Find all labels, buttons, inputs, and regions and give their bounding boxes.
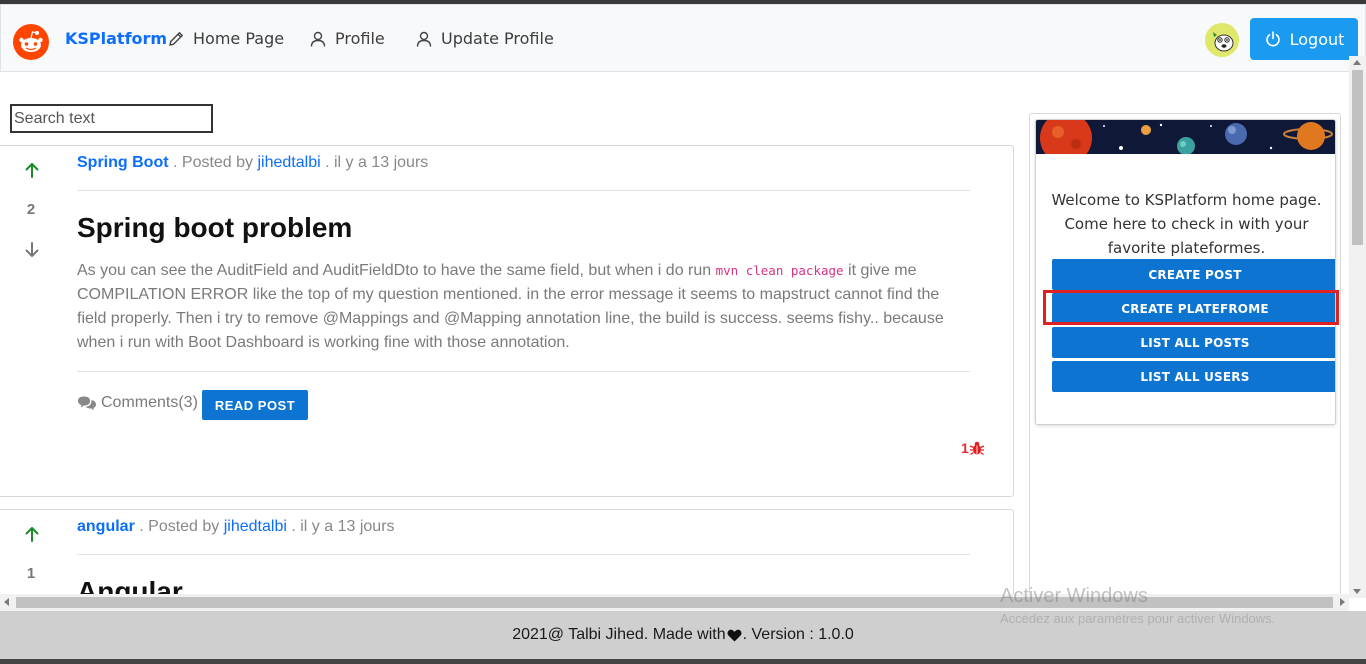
pencil-icon <box>169 31 184 46</box>
bug-icon <box>969 441 985 456</box>
post-body-code: mvn clean package <box>715 263 844 278</box>
nav-profile-label: Profile <box>335 29 385 48</box>
post-time: . il y a 13 jours <box>291 518 395 535</box>
post-category-link[interactable]: Spring Boot <box>77 154 169 171</box>
post-time: . il y a 13 jours <box>325 154 429 171</box>
search-input[interactable] <box>10 104 213 133</box>
scroll-right-arrow-icon[interactable] <box>1340 598 1345 606</box>
post-body-text: As you can see the AuditField and AuditF… <box>77 262 716 279</box>
posted-by-label: . Posted by <box>173 154 254 171</box>
vote-count: 2 <box>26 201 36 218</box>
post-card: 2 Spring Boot . Posted by jihedtalbi . i… <box>0 145 1014 497</box>
comments-label: Comments(3) <box>101 394 198 411</box>
scroll-left-arrow-icon[interactable] <box>4 598 9 606</box>
list-all-users-button[interactable]: LIST ALL USERS <box>1052 361 1335 392</box>
divider <box>77 190 970 191</box>
space-banner-image <box>1036 120 1335 154</box>
comments-link[interactable]: Comments(3) <box>77 394 198 412</box>
navbar: KSPlatform Home Page Profile Update Prof… <box>0 4 1366 72</box>
reddit-logo-icon[interactable] <box>13 24 49 60</box>
user-icon <box>310 31 326 47</box>
upvote-arrow-icon[interactable] <box>23 161 41 179</box>
nav-update-profile-label: Update Profile <box>441 29 554 48</box>
welcome-card: Welcome to KSPlatform home page. Come he… <box>1035 119 1336 425</box>
scroll-down-arrow-icon[interactable] <box>1353 589 1361 594</box>
heart-icon <box>727 629 742 642</box>
windows-activation-subtext: Accédez aux paramètres pour activer Wind… <box>1000 611 1276 626</box>
upvote-arrow-icon[interactable] <box>23 525 41 543</box>
windows-activation-watermark: Activer Windows <box>1000 585 1148 607</box>
nav-home-page[interactable]: Home Page <box>167 29 284 48</box>
footer-text: 2021@ Talbi Jihed. Made with <box>512 626 726 643</box>
post-author-link[interactable]: jihedtalbi <box>258 154 321 171</box>
post-meta: angular . Posted by jihedtalbi . il y a … <box>77 518 395 536</box>
nav-update-profile[interactable]: Update Profile <box>415 29 554 48</box>
brand-name[interactable]: KSPlatform <box>65 29 167 48</box>
logout-button[interactable]: Logout <box>1250 18 1358 60</box>
nav-home-page-label: Home Page <box>193 29 285 48</box>
post-title[interactable]: Spring boot problem <box>77 212 352 244</box>
divider <box>77 554 970 555</box>
vote-count: 1 <box>26 565 36 582</box>
scroll-thumb[interactable] <box>1352 70 1363 245</box>
divider <box>77 371 970 372</box>
read-post-button[interactable]: READ POST <box>202 390 308 420</box>
user-avatar[interactable] <box>1205 23 1239 57</box>
power-icon <box>1265 31 1280 47</box>
vertical-scrollbar[interactable] <box>1349 56 1366 598</box>
window-bottom-border <box>0 659 1366 664</box>
highlight-box <box>1043 290 1339 325</box>
footer-version: . Version : 1.0.0 <box>742 626 854 643</box>
post-body: As you can see the AuditField and AuditF… <box>77 259 957 355</box>
scroll-up-arrow-icon[interactable] <box>1353 60 1361 65</box>
logout-label: Logout <box>1289 29 1345 49</box>
posted-by-label: . Posted by <box>139 518 220 535</box>
user-icon <box>416 31 432 47</box>
post-author-link[interactable]: jihedtalbi <box>224 518 287 535</box>
comments-icon <box>78 396 96 410</box>
downvote-arrow-icon[interactable] <box>23 241 41 259</box>
post-meta: Spring Boot . Posted by jihedtalbi . il … <box>77 154 428 172</box>
bug-report[interactable]: 1 <box>961 440 985 456</box>
welcome-text: Welcome to KSPlatform home page. Come he… <box>1051 191 1322 257</box>
create-post-button[interactable]: CREATE POST <box>1052 259 1335 290</box>
nav-profile[interactable]: Profile <box>309 29 385 48</box>
post-category-link[interactable]: angular <box>77 518 135 535</box>
list-all-posts-button[interactable]: LIST ALL POSTS <box>1052 327 1335 358</box>
bug-count: 1 <box>961 440 969 456</box>
